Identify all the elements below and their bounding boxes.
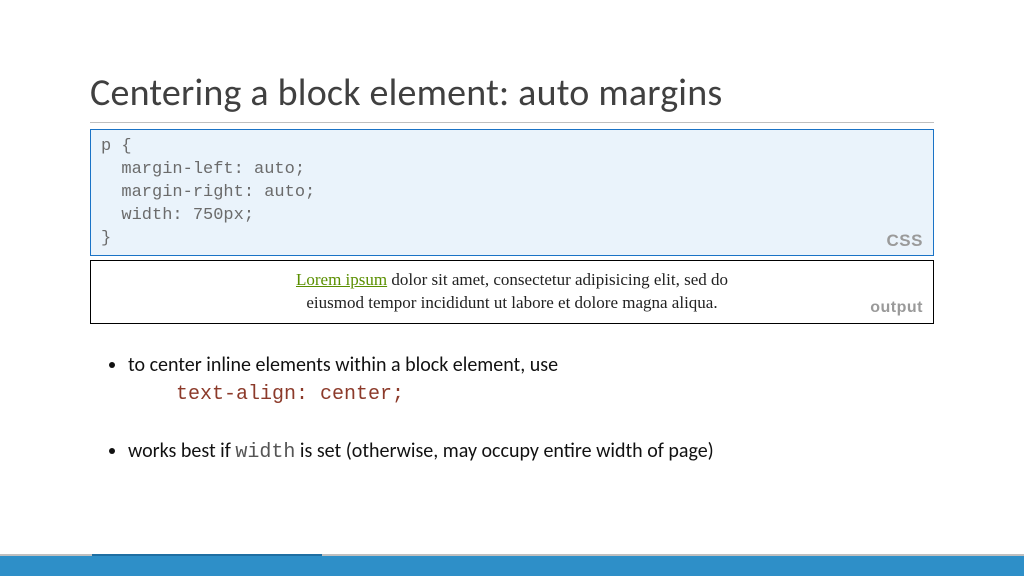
bullet-list: to center inline elements within a block… xyxy=(90,352,934,466)
footer-accent xyxy=(92,554,322,556)
output-badge: output xyxy=(870,299,923,317)
output-text: Lorem ipsum dolor sit amet, consectetur … xyxy=(101,269,923,315)
lorem-ipsum-link[interactable]: Lorem ipsum xyxy=(296,270,387,289)
footer-bar xyxy=(0,554,1024,576)
bullet2-code: width xyxy=(235,441,295,464)
slide: Centering a block element: auto margins … xyxy=(0,0,1024,576)
bullet2-before: works best if xyxy=(128,439,235,463)
css-badge: CSS xyxy=(887,231,923,251)
output-box: Lorem ipsum dolor sit amet, consectetur … xyxy=(90,260,934,324)
bullet1-text: to center inline elements within a block… xyxy=(128,353,558,377)
title-underline xyxy=(90,122,934,123)
bullet2-after: is set (otherwise, may occupy entire wid… xyxy=(295,439,713,463)
bullet-item-2: works best if width is set (otherwise, m… xyxy=(128,438,934,466)
output-line1-rest: dolor sit amet, consectetur adipisicing … xyxy=(387,270,728,289)
output-line2: eiusmod tempor incididunt ut labore et d… xyxy=(306,293,717,312)
bullet1-code: text-align: center; xyxy=(128,381,934,408)
css-code-content: p { margin-left: auto; margin-right: aut… xyxy=(101,136,923,251)
bullet-item-1: to center inline elements within a block… xyxy=(128,352,934,408)
css-code-box: p { margin-left: auto; margin-right: aut… xyxy=(90,129,934,256)
slide-title: Centering a block element: auto margins xyxy=(90,70,934,116)
